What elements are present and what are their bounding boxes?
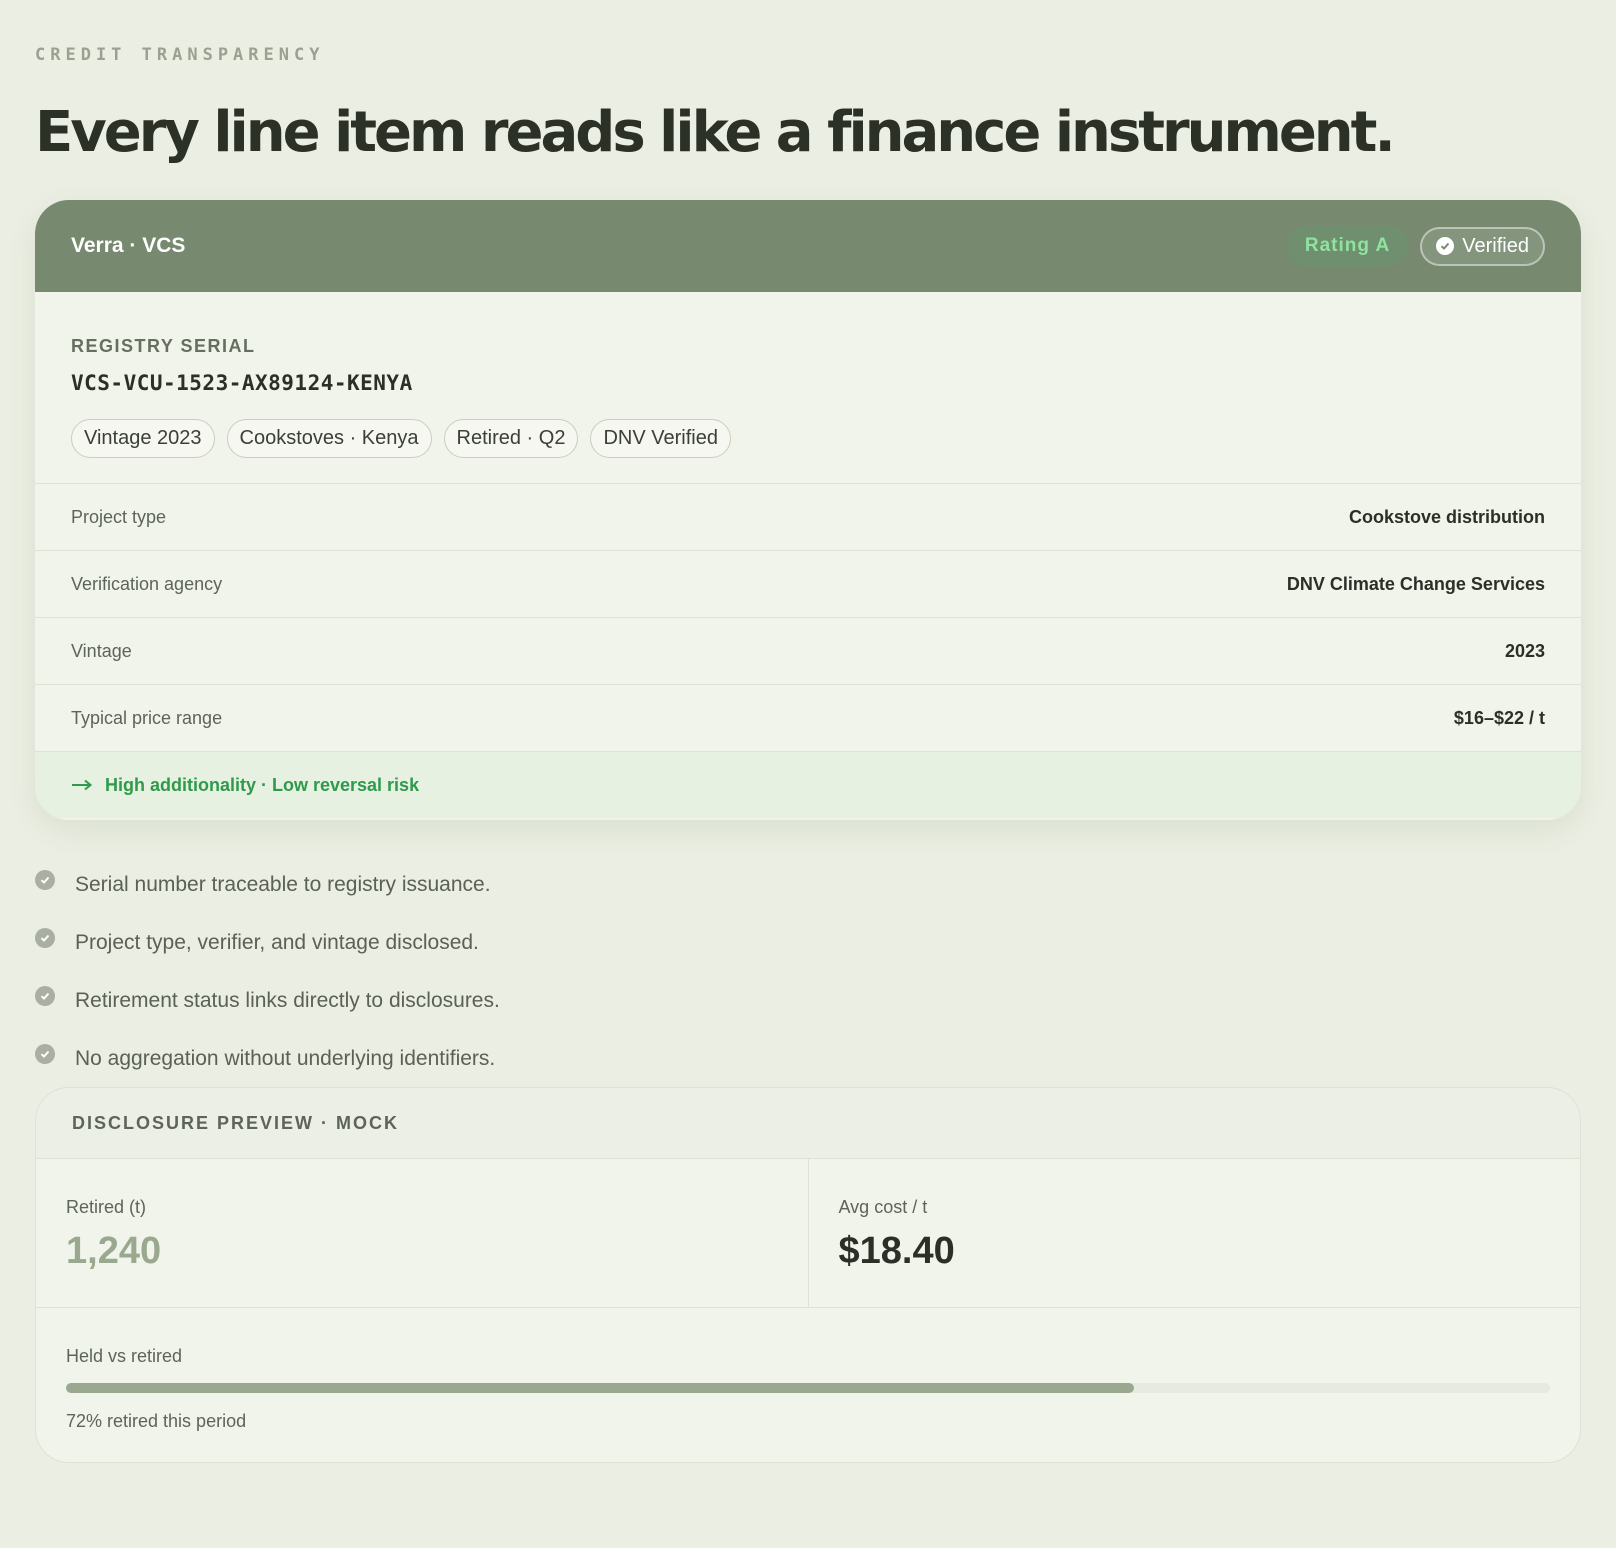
metric-label: Retired (t) bbox=[66, 1197, 147, 1217]
metric-avg-cost: Avg cost / t $18.40 bbox=[807, 1159, 1581, 1307]
list-item: Project type, verifier, and vintage disc… bbox=[35, 914, 1581, 972]
checklist: Serial number traceable to registry issu… bbox=[35, 856, 1581, 1088]
progress-fill bbox=[66, 1383, 1135, 1393]
check-circle-icon bbox=[35, 986, 55, 1006]
list-item: No aggregation without underlying identi… bbox=[35, 1030, 1581, 1088]
disclosure-title: DISCLOSURE PREVIEW · MOCK bbox=[36, 1088, 1580, 1159]
check-text: Project type, verifier, and vintage disc… bbox=[75, 931, 479, 954]
metric-label: Avg cost / t bbox=[838, 1197, 928, 1217]
serial-label: REGISTRY SERIAL bbox=[71, 336, 256, 356]
list-item: Serial number traceable to registry issu… bbox=[35, 856, 1581, 914]
progress-track bbox=[66, 1383, 1550, 1393]
check-circle-icon bbox=[1436, 237, 1455, 255]
detail-value: DNV Climate Change Services bbox=[1286, 573, 1545, 594]
highlight-text: High additionality · Low reversal risk bbox=[105, 774, 420, 795]
check-text: Serial number traceable to registry issu… bbox=[75, 873, 491, 896]
metrics: Retired (t) 1,240 Avg cost / t $18.40 bbox=[36, 1159, 1580, 1308]
eyebrow: CREDIT TRANSPARENCY bbox=[35, 45, 325, 65]
chip-verifier: DNV Verified bbox=[590, 419, 731, 458]
progress-block: Held vs retired 72% retired this period bbox=[36, 1308, 1580, 1432]
detail-label: Typical price range bbox=[71, 707, 223, 728]
check-circle-icon bbox=[35, 870, 55, 890]
check-text: No aggregation without underlying identi… bbox=[75, 1047, 496, 1070]
detail-row-price-range: Typical price range $16–$22 / t bbox=[35, 685, 1581, 752]
progress-caption: 72% retired this period bbox=[66, 1411, 247, 1431]
registry-serial: VCS-VCU-1523-AX89124-KENYA bbox=[71, 371, 413, 395]
detail-row-project-type: Project type Cookstove distribution bbox=[35, 484, 1581, 551]
card-header: Verra · VCS Rating A Verified bbox=[35, 200, 1581, 292]
detail-label: Vintage bbox=[71, 640, 132, 661]
detail-row-vintage: Vintage 2023 bbox=[35, 618, 1581, 685]
rating-badge: Rating A bbox=[1286, 225, 1409, 267]
detail-label: Project type bbox=[71, 506, 167, 527]
chip-vintage: Vintage 2023 bbox=[71, 419, 215, 458]
registry-name: Verra · VCS bbox=[71, 234, 186, 257]
metric-retired: Retired (t) 1,240 bbox=[36, 1159, 808, 1307]
chip-project: Cookstoves · Kenya bbox=[226, 419, 432, 458]
arrow-right-icon bbox=[72, 779, 93, 791]
detail-row-verification-agency: Verification agency DNV Climate Change S… bbox=[35, 551, 1581, 618]
credit-card: Verra · VCS Rating A Verified REGISTRY S… bbox=[35, 200, 1581, 820]
page-title: Every line item reads like a finance ins… bbox=[35, 100, 1396, 165]
detail-label: Verification agency bbox=[71, 573, 223, 594]
check-text: Retirement status links directly to disc… bbox=[75, 989, 500, 1012]
detail-value: Cookstove distribution bbox=[1348, 506, 1545, 527]
metric-value: $18.40 bbox=[838, 1230, 955, 1272]
verified-label: Verified bbox=[1462, 234, 1529, 257]
header-badges: Rating A Verified bbox=[1286, 225, 1545, 267]
list-item: Retirement status links directly to disc… bbox=[35, 972, 1581, 1030]
check-circle-icon bbox=[35, 928, 55, 948]
check-circle-icon bbox=[35, 1044, 55, 1064]
metric-value: 1,240 bbox=[66, 1230, 162, 1272]
highlight-row: High additionality · Low reversal risk bbox=[35, 752, 1581, 818]
chip-list: Vintage 2023 Cookstoves · Kenya Retired … bbox=[71, 419, 1545, 458]
serial-block: REGISTRY SERIAL VCS-VCU-1523-AX89124-KEN… bbox=[35, 292, 1581, 484]
chip-retired: Retired · Q2 bbox=[443, 419, 579, 458]
detail-value: $16–$22 / t bbox=[1453, 707, 1545, 728]
disclosure-card: DISCLOSURE PREVIEW · MOCK Retired (t) 1,… bbox=[35, 1087, 1581, 1463]
progress-label: Held vs retired bbox=[66, 1346, 183, 1366]
verified-badge: Verified bbox=[1420, 226, 1545, 266]
detail-value: 2023 bbox=[1504, 640, 1545, 661]
